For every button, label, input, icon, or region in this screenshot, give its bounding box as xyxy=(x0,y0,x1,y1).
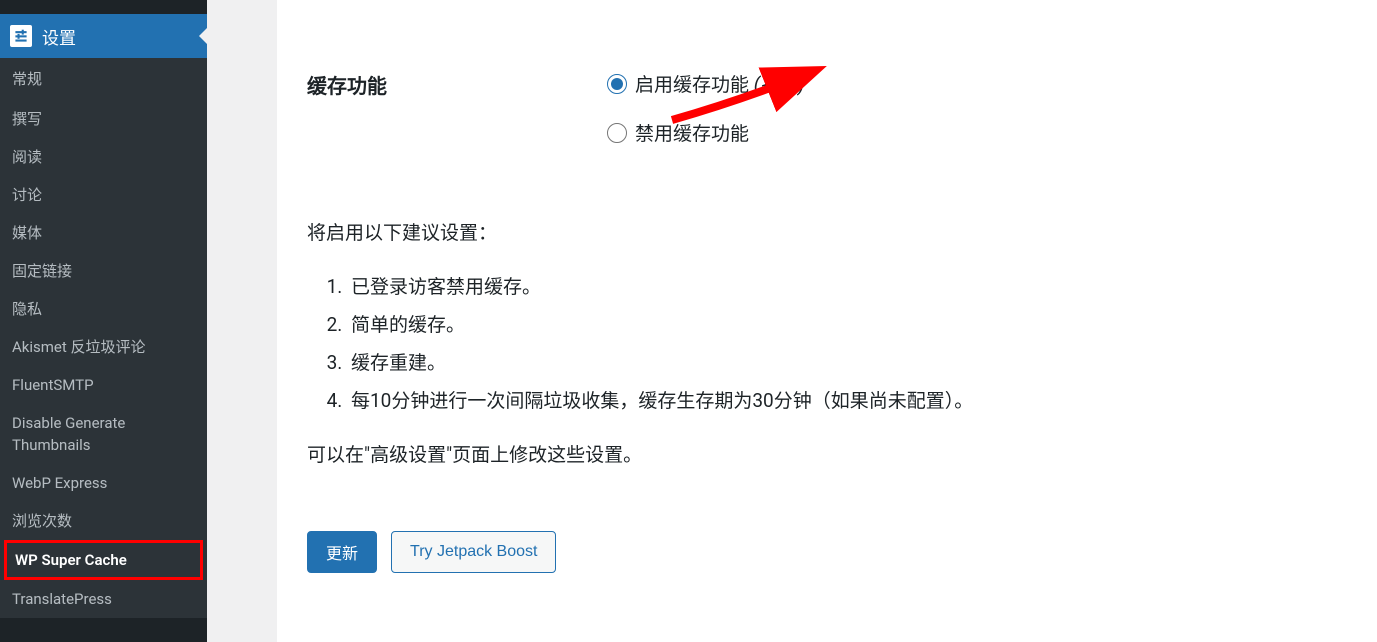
submenu-item-webp-express[interactable]: WebP Express xyxy=(0,464,207,502)
submenu-item-discussion[interactable]: 讨论 xyxy=(0,176,207,214)
submenu-item-reading[interactable]: 阅读 xyxy=(0,138,207,176)
radio-option-disable-caching[interactable]: 禁用缓存功能 xyxy=(607,119,1357,146)
submenu-item-general[interactable]: 常规 xyxy=(0,58,207,100)
desc-list: 已登录访客禁用缓存。 简单的缓存。 缓存重建。 每10分钟进行一次间隔垃圾收集，… xyxy=(347,268,1357,420)
sidebar-menu-settings[interactable]: 设置 xyxy=(0,14,207,58)
radio-option-enable-caching[interactable]: 启用缓存功能 (推荐) xyxy=(607,70,1357,97)
annotation-highlight-box: WP Super Cache xyxy=(4,540,203,580)
sliders-icon xyxy=(10,25,32,47)
radio-disable-label: 禁用缓存功能 xyxy=(635,119,749,146)
submenu-item-views[interactable]: 浏览次数 xyxy=(0,502,207,540)
submenu-item-writing[interactable]: 撰写 xyxy=(0,100,207,138)
sidebar-submenu: 常规 撰写 阅读 讨论 媒体 固定链接 隐私 Akismet 反垃圾评论 Flu… xyxy=(0,58,207,618)
submenu-item-privacy[interactable]: 隐私 xyxy=(0,290,207,328)
radio-enable-caching[interactable] xyxy=(607,74,627,94)
submenu-item-wp-super-cache[interactable]: WP Super Cache xyxy=(13,547,194,573)
admin-sidebar: 设置 常规 撰写 阅读 讨论 媒体 固定链接 隐私 Akismet 反垃圾评论 … xyxy=(0,0,207,642)
radio-disable-caching[interactable] xyxy=(607,123,627,143)
radio-enable-recommend: (推荐) xyxy=(754,70,805,97)
try-jetpack-boost-button[interactable]: Try Jetpack Boost xyxy=(391,531,556,573)
submenu-item-translatepress[interactable]: TranslatePress xyxy=(0,580,207,618)
submenu-item-media[interactable]: 媒体 xyxy=(0,214,207,252)
submenu-item-disable-thumbnails[interactable]: Disable Generate Thumbnails xyxy=(0,404,207,464)
desc-list-item: 简单的缓存。 xyxy=(347,306,1357,344)
submenu-item-fluentsmtp[interactable]: FluentSMTP xyxy=(0,366,207,404)
submenu-item-permalinks[interactable]: 固定链接 xyxy=(0,252,207,290)
content-area: 缓存功能 启用缓存功能 (推荐) 禁用缓存功能 将启用以下建议设置： xyxy=(207,0,1377,642)
radio-enable-label: 启用缓存功能 xyxy=(635,70,749,97)
section-heading-caching: 缓存功能 xyxy=(307,74,387,98)
desc-list-item: 已登录访客禁用缓存。 xyxy=(347,268,1357,306)
sidebar-menu-label: 设置 xyxy=(42,24,76,49)
submenu-item-akismet[interactable]: Akismet 反垃圾评论 xyxy=(0,328,207,366)
update-button[interactable]: 更新 xyxy=(307,531,377,573)
desc-footer: 可以在"高级设置"页面上修改这些设置。 xyxy=(307,440,1357,470)
sidebar-top-gap xyxy=(0,0,207,14)
settings-panel: 缓存功能 启用缓存功能 (推荐) 禁用缓存功能 将启用以下建议设置： xyxy=(277,0,1377,642)
desc-list-item: 缓存重建。 xyxy=(347,344,1357,382)
desc-intro: 将启用以下建议设置： xyxy=(307,218,1357,248)
desc-list-item: 每10分钟进行一次间隔垃圾收集，缓存生存期为30分钟（如果尚未配置）。 xyxy=(347,382,1357,420)
